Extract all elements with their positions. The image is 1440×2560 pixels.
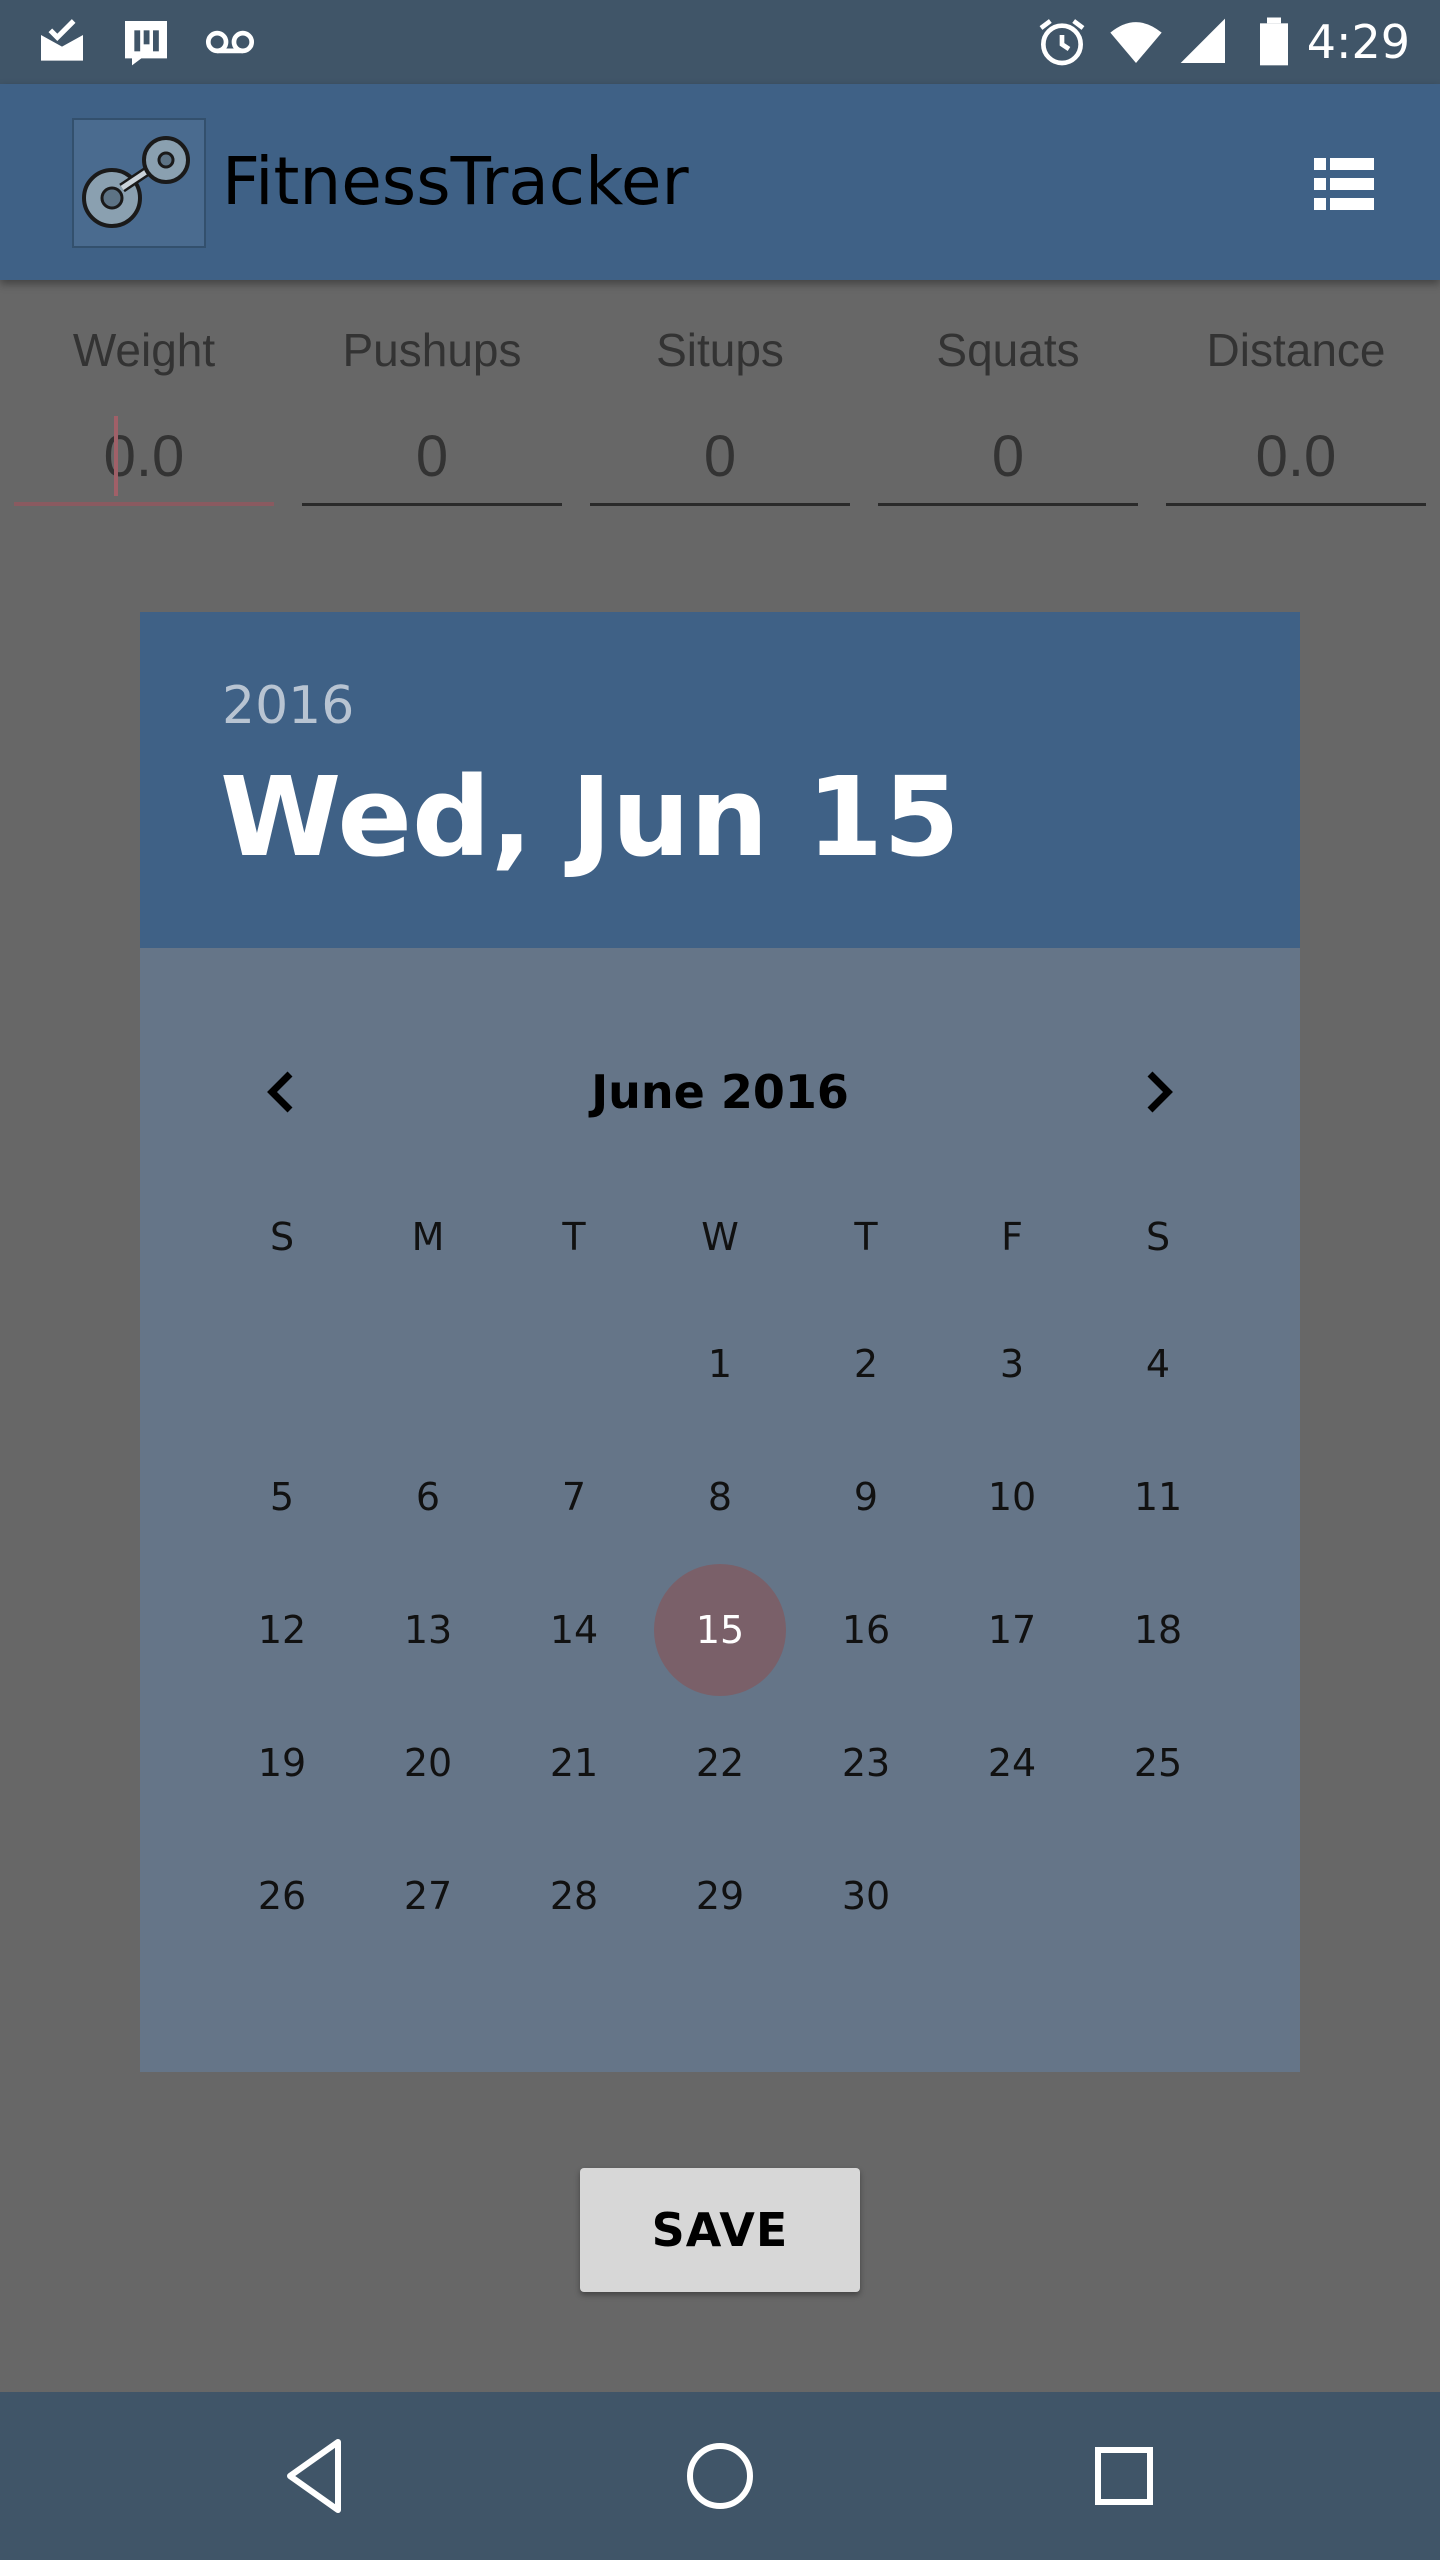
status-bar: 4:29 [0, 0, 1440, 84]
month-title: June 2016 [591, 1065, 849, 1119]
calendar-day[interactable]: 20 [362, 1738, 494, 1788]
alarm-icon [1039, 19, 1085, 66]
calendar-day[interactable]: 28 [508, 1871, 640, 1921]
dumbbell-logo [72, 118, 206, 248]
weekday-header: S [269, 1215, 295, 1259]
calendar-day[interactable]: 16 [800, 1605, 932, 1655]
weekday-header: T [562, 1215, 586, 1259]
weekday-header: F [1001, 1215, 1023, 1259]
distance-label: Distance [1206, 324, 1386, 376]
voicemail-icon [205, 30, 255, 54]
calendar-day[interactable]: 23 [800, 1738, 932, 1788]
calendar-day[interactable]: 26 [216, 1871, 348, 1921]
recents-icon [1095, 2447, 1153, 2505]
distance-stat: Distance [1166, 320, 1426, 520]
pushups-stat: Pushups [302, 320, 562, 520]
weight-label: Weight [72, 324, 216, 376]
header-year[interactable]: 2016 [222, 674, 354, 738]
weekday-header: S [1145, 1215, 1171, 1259]
calendar-day[interactable]: 3 [946, 1339, 1078, 1389]
signal-icon [1180, 18, 1225, 64]
weight-input[interactable] [14, 410, 274, 506]
calendar-day[interactable]: 22 [654, 1738, 786, 1788]
mail-check-icon [41, 19, 83, 61]
date-picker-dialog: 2016 Wed, Jun 15 June 2016 SMTWTFS123456… [140, 612, 1300, 2072]
situps-input[interactable] [590, 410, 850, 506]
next-month-button[interactable] [1118, 1052, 1198, 1132]
calendar-day[interactable]: 12 [216, 1605, 348, 1655]
situps-stat: Situps [590, 320, 850, 520]
calendar-day[interactable]: 11 [1092, 1472, 1224, 1522]
calendar-day[interactable]: 2 [800, 1339, 932, 1389]
date-picker-header: 2016 Wed, Jun 15 [140, 612, 1300, 948]
calendar-day[interactable]: 24 [946, 1738, 1078, 1788]
calendar-day[interactable]: 25 [1092, 1738, 1224, 1788]
pushups-input[interactable] [302, 410, 562, 506]
pushups-label: Pushups [342, 324, 522, 376]
weekday-header: T [854, 1215, 878, 1259]
navigation-bar [0, 2392, 1440, 2560]
distance-input[interactable] [1166, 410, 1426, 506]
weekday-header: M [411, 1215, 445, 1259]
calendar-day[interactable]: 30 [800, 1871, 932, 1921]
calendar-day[interactable]: 15 [654, 1605, 786, 1655]
back-button[interactable] [270, 2430, 362, 2522]
calendar-day[interactable]: 13 [362, 1605, 494, 1655]
calendar-day[interactable]: 10 [946, 1472, 1078, 1522]
calendar-day[interactable]: 27 [362, 1871, 494, 1921]
weekday-header: W [701, 1215, 739, 1259]
squats-label: Squats [936, 324, 1080, 376]
dumbbell-icon [82, 136, 190, 228]
calendar-day[interactable]: 4 [1092, 1339, 1224, 1389]
stats-row: Weight Pushups Situps Squats Distance [0, 320, 1440, 520]
calendar-day[interactable]: 17 [946, 1605, 1078, 1655]
calendar-day[interactable]: 7 [508, 1472, 640, 1522]
chart-bars-icon [125, 21, 167, 66]
situps-label: Situps [656, 324, 784, 376]
calendar-day[interactable]: 8 [654, 1472, 786, 1522]
save-button[interactable]: SAVE [580, 2168, 860, 2292]
calendar-day[interactable]: 18 [1092, 1605, 1224, 1655]
calendar-day[interactable]: 14 [508, 1605, 640, 1655]
wifi-icon [1110, 22, 1162, 63]
recents-button[interactable] [1078, 2430, 1170, 2522]
status-time: 4:29 [1306, 15, 1410, 69]
calendar-day[interactable]: 6 [362, 1472, 494, 1522]
calendar-day[interactable]: 5 [216, 1472, 348, 1522]
calendar-day[interactable]: 1 [654, 1339, 786, 1389]
calendar-day[interactable]: 9 [800, 1472, 932, 1522]
home-button[interactable] [674, 2430, 766, 2522]
app-title: FitnessTracker [222, 143, 689, 220]
squats-stat: Squats [878, 320, 1138, 520]
calendar-day[interactable]: 29 [654, 1871, 786, 1921]
list-icon[interactable] [1312, 156, 1376, 212]
calendar-day[interactable]: 21 [508, 1738, 640, 1788]
battery-icon [1260, 17, 1288, 66]
text-cursor [114, 416, 118, 496]
prev-month-button[interactable] [242, 1052, 322, 1132]
app-bar: FitnessTracker [0, 84, 1440, 280]
calendar-day[interactable]: 19 [216, 1738, 348, 1788]
squats-input[interactable] [878, 410, 1138, 506]
weight-stat: Weight [14, 320, 274, 520]
chevron-right-icon [1147, 1071, 1173, 1113]
header-selected-date[interactable]: Wed, Jun 15 [220, 752, 960, 882]
home-icon [687, 2443, 753, 2509]
chevron-left-icon [267, 1071, 293, 1113]
back-icon [287, 2439, 341, 2513]
